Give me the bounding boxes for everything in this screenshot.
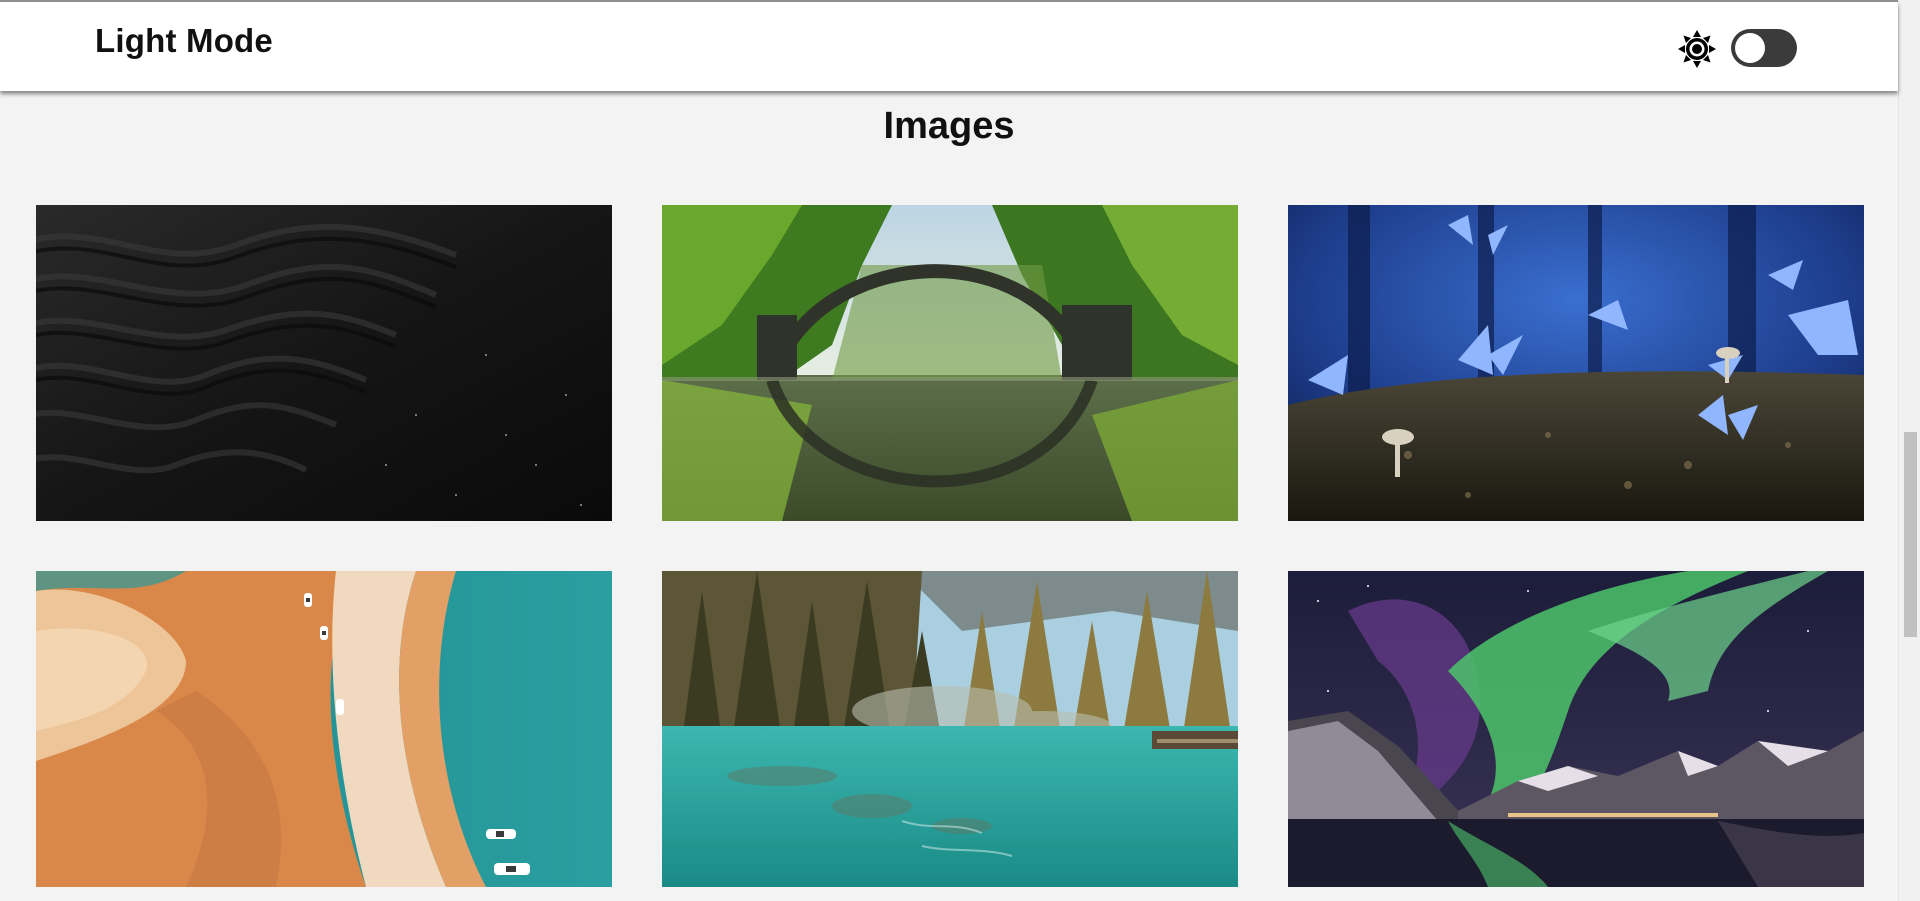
theme-toggle[interactable] bbox=[1731, 29, 1797, 67]
butterflies-image bbox=[1288, 205, 1864, 521]
gallery-image[interactable] bbox=[1288, 205, 1864, 521]
image-gallery bbox=[0, 0, 1898, 901]
aurora-image bbox=[1288, 571, 1864, 887]
toggle-knob[interactable] bbox=[1735, 33, 1765, 63]
gallery-image[interactable] bbox=[662, 205, 1238, 521]
forest-lake-image bbox=[662, 571, 1238, 887]
page-scrollbar[interactable] bbox=[1898, 0, 1920, 901]
gallery-image[interactable] bbox=[1288, 571, 1864, 887]
gallery-image[interactable] bbox=[662, 571, 1238, 887]
sun-icon bbox=[1678, 30, 1716, 68]
sandbar-image bbox=[36, 571, 612, 887]
gallery-image[interactable] bbox=[36, 205, 612, 521]
gallery-image[interactable] bbox=[36, 571, 612, 887]
dunes-image bbox=[36, 205, 612, 521]
brand-title: Light Mode bbox=[95, 22, 273, 59]
navbar: Light Mode bbox=[0, 2, 1898, 91]
scrollbar-thumb[interactable] bbox=[1904, 432, 1917, 637]
arch-bridge-image bbox=[662, 205, 1238, 521]
app-viewport: Light Mode Images bbox=[0, 0, 1920, 901]
